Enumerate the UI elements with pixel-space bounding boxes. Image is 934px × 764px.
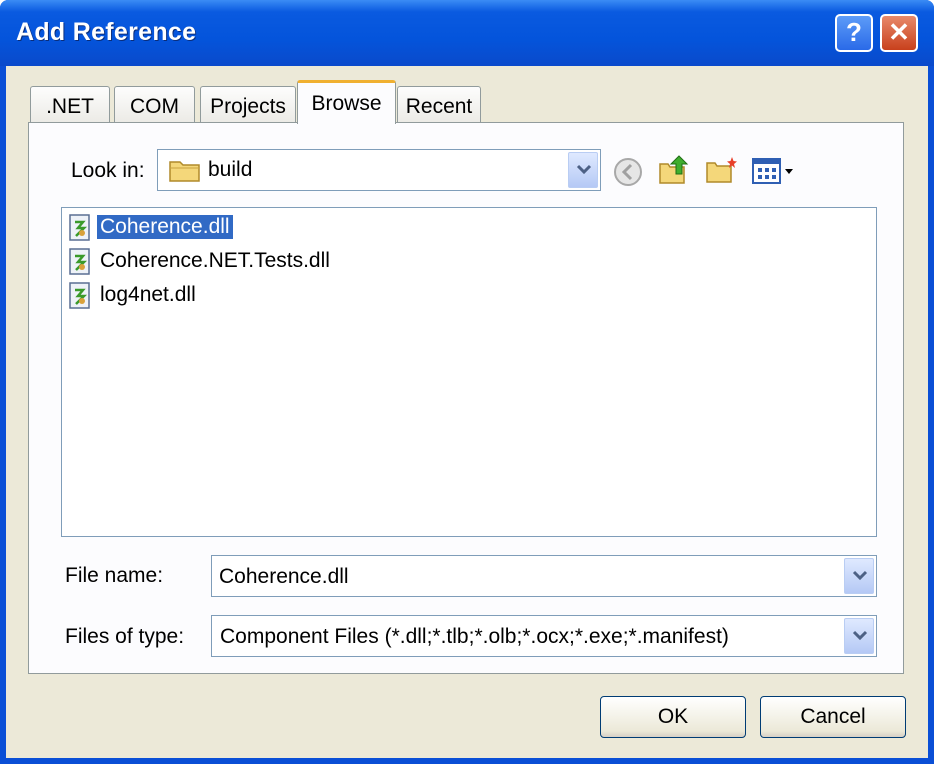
chevron-down-icon <box>852 630 868 641</box>
view-menu-icon[interactable] <box>751 156 799 188</box>
help-button[interactable]: ? <box>835 14 873 52</box>
dialog-body: .NET COM Projects Browse Recent Look in:… <box>6 66 928 758</box>
look-in-dropdown-button[interactable] <box>568 152 598 188</box>
tab-projects[interactable]: Projects <box>200 86 296 122</box>
ok-button[interactable]: OK <box>600 696 746 738</box>
add-reference-dialog: Add Reference ? ✕ .NET COM Projects Brow… <box>0 0 934 764</box>
folder-icon <box>168 157 202 188</box>
file-name-dropdown-button[interactable] <box>844 558 874 594</box>
file-name: log4net.dll <box>100 283 196 306</box>
files-of-type-value: Component Files (*.dll;*.tlb;*.olb;*.ocx… <box>220 625 729 648</box>
tab-com[interactable]: COM <box>114 86 195 122</box>
up-folder-icon[interactable] <box>657 152 689 184</box>
look-in-combo[interactable]: build <box>157 149 601 191</box>
file-name-label: File name: <box>65 564 164 587</box>
dll-file-icon <box>68 282 92 310</box>
dll-file-icon <box>68 214 92 242</box>
chevron-down-icon <box>852 570 868 581</box>
files-of-type-select[interactable]: Component Files (*.dll;*.tlb;*.olb;*.ocx… <box>211 615 877 657</box>
file-list[interactable]: Coherence.dll Coherence.NET.Tests.dll lo… <box>61 207 877 537</box>
files-of-type-dropdown-button[interactable] <box>844 618 874 654</box>
dll-file-icon <box>68 248 92 276</box>
tab-browse[interactable]: Browse <box>297 80 396 124</box>
files-of-type-label: Files of type: <box>65 625 185 648</box>
title-bar[interactable]: Add Reference ? ✕ <box>0 0 934 66</box>
file-name: Coherence.NET.Tests.dll <box>100 249 330 272</box>
look-in-label: Look in: <box>71 159 145 182</box>
file-name: Coherence.dll <box>96 214 234 240</box>
file-name-input[interactable]: Coherence.dll <box>211 555 877 597</box>
back-icon[interactable] <box>612 156 644 188</box>
close-button[interactable]: ✕ <box>880 14 918 52</box>
tab-net[interactable]: .NET <box>30 86 110 122</box>
file-name-value: Coherence.dll <box>219 565 349 588</box>
look-in-value: build <box>208 158 253 181</box>
new-folder-icon[interactable] <box>704 154 737 186</box>
window-title: Add Reference <box>16 18 197 46</box>
browse-panel: Look in: build Coherence.dll Coherence.N… <box>28 122 904 674</box>
chevron-down-icon <box>576 164 592 175</box>
tab-recent[interactable]: Recent <box>397 86 481 122</box>
cancel-button[interactable]: Cancel <box>760 696 906 738</box>
